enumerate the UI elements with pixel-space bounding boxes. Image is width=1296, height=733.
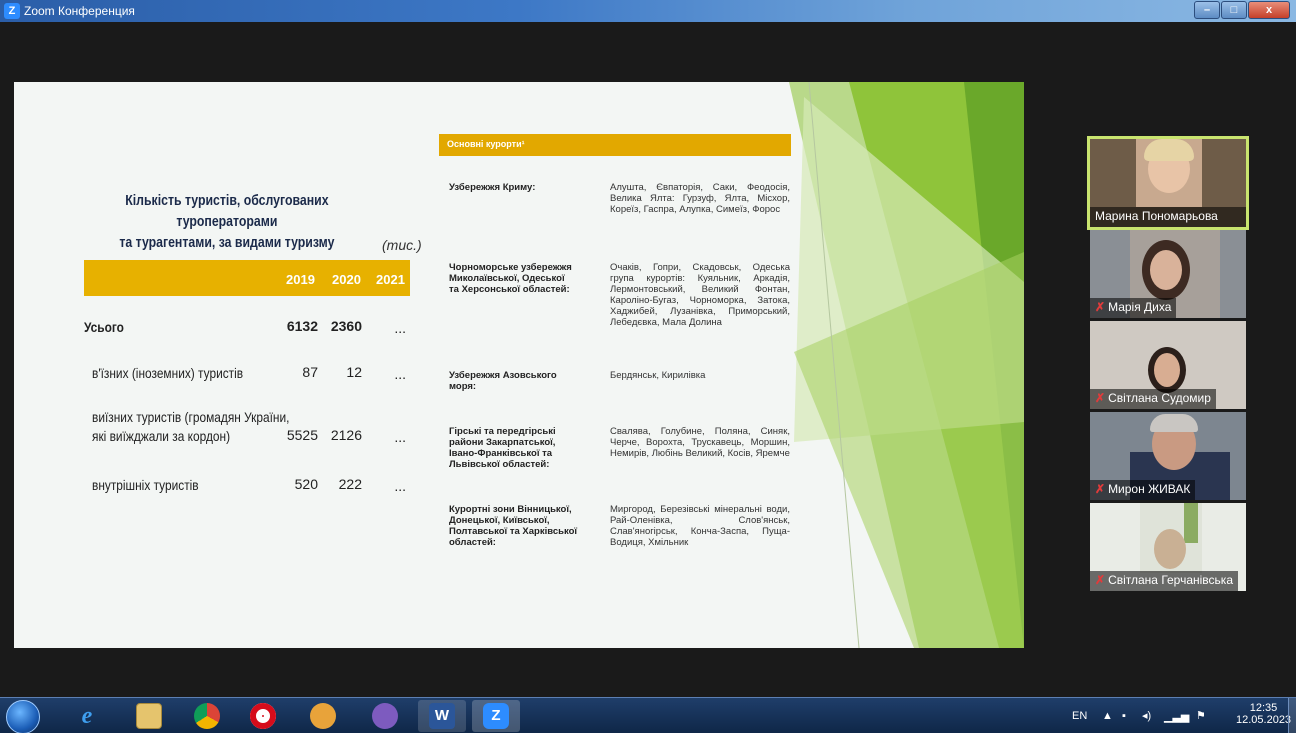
participant-name: ✗ Світлана Судомир: [1090, 389, 1216, 409]
language-indicator[interactable]: EN: [1072, 710, 1087, 722]
value: ...: [394, 429, 406, 445]
participant-video: [1154, 529, 1186, 569]
resort-region: Чорноморське узбережжя Миколаївської, Оде…: [449, 262, 572, 295]
resort-towns: Алушта, Євпаторія, Саки, Феодосія, Велик…: [610, 182, 790, 215]
tray-expand-icon[interactable]: ▲: [1102, 710, 1113, 722]
year-2019: 2019: [286, 272, 315, 287]
chrome-icon[interactable]: [194, 703, 220, 729]
participant-tile[interactable]: ✗ Марія Диха: [1090, 230, 1246, 318]
value: ...: [394, 478, 406, 494]
muted-mic-icon: ✗: [1095, 300, 1106, 314]
resort-region: Курортні зони Вінницької, Донецької, Київ…: [449, 504, 578, 548]
value: 2126: [330, 427, 362, 443]
row-label-total: Усього: [84, 319, 124, 335]
action-center-flag-icon[interactable]: ⚑: [1196, 709, 1206, 722]
resort-region: Узбережжя Криму:: [449, 182, 536, 193]
participant-tile[interactable]: Марина Пономарьова: [1087, 136, 1249, 230]
muted-mic-icon: ✗: [1095, 391, 1106, 405]
resort-region: Узбережжя Азовського моря:: [449, 370, 557, 392]
value: 6132: [286, 318, 318, 334]
resort-towns: Очаків, Гопри, Скадовськ, Одеська група …: [610, 262, 790, 328]
minimize-button[interactable]: –: [1194, 1, 1220, 19]
zoom-taskbar-icon[interactable]: Z: [483, 703, 509, 729]
participant-name: ✗ Мирон ЖИВАК: [1090, 480, 1196, 500]
row-label-inbound: в'їзних (іноземних) туристів: [92, 365, 244, 381]
title-bar[interactable]: Z Zoom Конференция – □ x: [0, 0, 1296, 22]
word-icon[interactable]: W: [429, 703, 455, 729]
year-2021: 2021: [376, 272, 405, 287]
start-button[interactable]: [6, 700, 40, 733]
participant-tile[interactable]: ✗ Світлана Судомир: [1090, 321, 1246, 409]
table-title: Кількість туристів, обслугованих туропер…: [119, 192, 335, 251]
value: 87: [302, 364, 318, 380]
window-title: Zoom Конференция: [24, 4, 135, 18]
file-explorer-icon[interactable]: [136, 703, 162, 729]
muted-mic-icon: ✗: [1095, 482, 1106, 496]
year-header-bar: [84, 260, 410, 296]
participant-name: Марина Пономарьова: [1090, 207, 1246, 227]
resort-region: Гірські та передгірські райони Закарпатсь…: [449, 426, 556, 470]
participant-tile[interactable]: ✗ Мирон ЖИВАК: [1090, 412, 1246, 500]
opera-icon[interactable]: [250, 703, 276, 729]
resort-towns: Миргород, Березівські мінеральні води, Р…: [610, 504, 790, 548]
row-label-domestic: внутрішніх туристів: [92, 477, 199, 493]
resort-towns: Свалява, Голубине, Поляна, Синяк, Черче,…: [610, 426, 790, 459]
signal-icon[interactable]: ▁▃▅: [1164, 710, 1189, 723]
participant-video: [1154, 353, 1180, 387]
zoom-app-icon: Z: [4, 3, 20, 19]
value: ...: [394, 320, 406, 336]
value: 222: [338, 476, 362, 492]
photo-viewer-icon[interactable]: [310, 703, 336, 729]
show-desktop-button[interactable]: [1288, 698, 1296, 733]
value: 2360: [330, 318, 362, 334]
network-icon[interactable]: ▪: [1122, 710, 1126, 722]
resorts-header: Основні курорти¹: [439, 134, 791, 156]
participant-name: ✗ Світлана Герчанівська: [1090, 571, 1238, 591]
participant-tile[interactable]: ✗ Світлана Герчанівська: [1090, 503, 1246, 591]
muted-mic-icon: ✗: [1095, 573, 1106, 587]
volume-icon[interactable]: ◂): [1142, 709, 1151, 722]
resort-towns: Бердянськ, Кирилівка: [610, 370, 706, 381]
zoom-window: Z Zoom Конференция – □ x Кількість турис…: [0, 0, 1296, 733]
viber-icon[interactable]: [372, 703, 398, 729]
participant-name: ✗ Марія Диха: [1090, 298, 1177, 318]
unit-label: (тис.): [382, 237, 422, 253]
value: 5525: [286, 427, 318, 443]
value: 12: [346, 364, 362, 380]
windows-taskbar: e W Z EN ▲ ▪ ◂) ▁▃▅ ⚑ 12:35 12.05.2023: [0, 697, 1296, 733]
clock[interactable]: 12:35 12.05.2023: [1236, 702, 1291, 726]
row-label-outbound: виїзних туристів (громадян України, які …: [92, 409, 290, 444]
maximize-button[interactable]: □: [1221, 1, 1247, 19]
value: 520: [294, 476, 318, 492]
internet-explorer-icon[interactable]: e: [74, 703, 100, 729]
shared-screen-slide: Кількість туристів, обслугованих туропер…: [14, 82, 1024, 648]
value: ...: [394, 366, 406, 382]
year-2020: 2020: [332, 272, 361, 287]
close-button[interactable]: x: [1248, 1, 1290, 19]
